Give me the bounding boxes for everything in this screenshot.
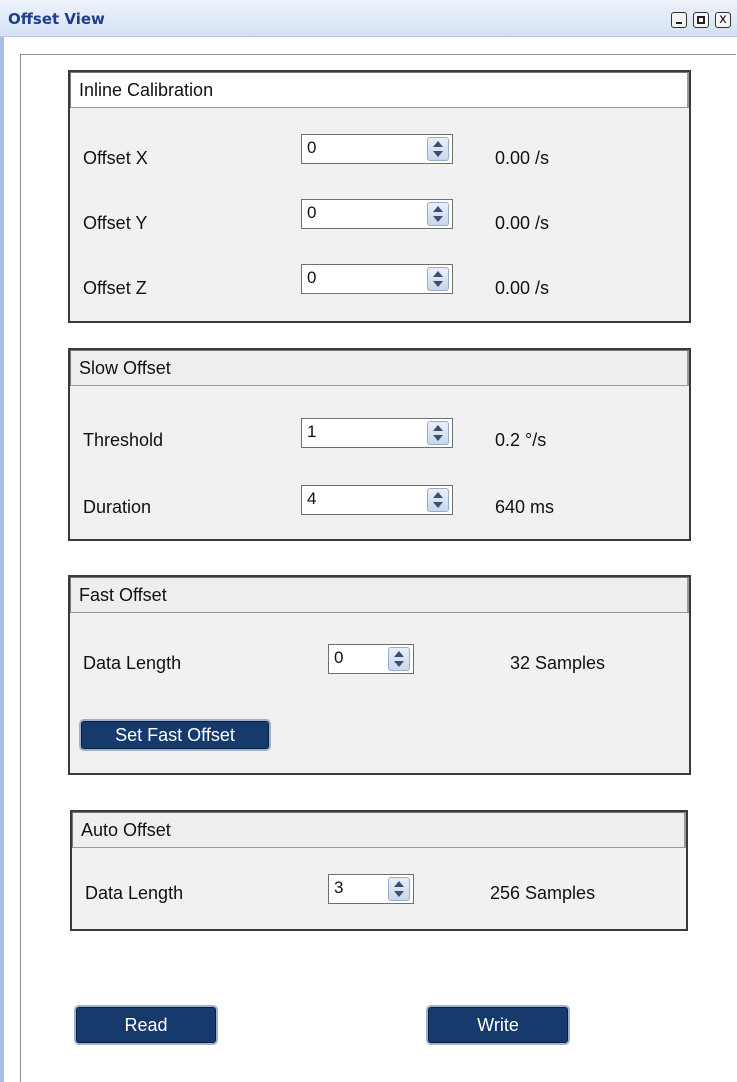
duration-spinbox[interactable]: 4 (301, 485, 453, 515)
minimize-icon[interactable] (671, 12, 687, 28)
spin-arrows-icon[interactable] (427, 137, 449, 161)
auto-offset-group: Auto Offset Data Length 3 256 Samples (70, 810, 688, 931)
offset-x-value: 0 (307, 138, 317, 157)
slow-offset-group: Slow Offset Threshold 1 0.2 °/s Duration… (68, 348, 691, 541)
inline-calibration-group: Inline Calibration Offset X 0 0.00 /s Of… (68, 70, 691, 323)
offset-z-value: 0 (307, 268, 317, 287)
offset-x-unit: 0.00 /s (495, 148, 550, 168)
offset-z-label: Offset Z (83, 278, 147, 298)
group-header: Fast Offset (70, 577, 689, 613)
duration-label: Duration (83, 497, 152, 517)
auto-data-length-value: 3 (334, 878, 344, 897)
read-button[interactable]: Read (76, 1007, 216, 1043)
group-header: Auto Offset (72, 812, 686, 848)
close-icon[interactable]: x (715, 12, 731, 28)
spin-arrows-icon[interactable] (427, 202, 449, 226)
maximize-icon[interactable] (693, 12, 709, 28)
fast-data-length-value: 0 (334, 648, 344, 667)
offset-x-spinbox[interactable]: 0 (301, 134, 453, 164)
offset-y-value: 0 (307, 203, 317, 222)
duration-unit: 640 ms (495, 497, 555, 517)
offset-y-spinbox[interactable]: 0 (301, 199, 453, 229)
spin-arrows-icon[interactable] (427, 488, 449, 512)
duration-value: 4 (307, 489, 317, 508)
threshold-spinbox[interactable]: 1 (301, 418, 453, 448)
window-left-border (0, 37, 4, 1082)
offset-x-label: Offset X (83, 148, 148, 168)
offset-y-label: Offset Y (83, 213, 148, 233)
offset-z-unit: 0.00 /s (495, 278, 550, 298)
threshold-value: 1 (307, 422, 317, 441)
spin-arrows-icon[interactable] (427, 421, 449, 445)
group-header: Slow Offset (70, 350, 689, 386)
fast-data-length-label: Data Length (83, 653, 182, 673)
auto-data-length-spinbox[interactable]: 3 (328, 874, 414, 904)
fast-offset-group: Fast Offset Data Length 0 32 Samples Set… (68, 575, 691, 775)
set-fast-offset-button[interactable]: Set Fast Offset (81, 721, 269, 749)
group-header: Inline Calibration (70, 72, 689, 108)
spin-arrows-icon[interactable] (427, 267, 449, 291)
spin-arrows-icon[interactable] (388, 647, 410, 671)
threshold-label: Threshold (83, 430, 164, 450)
spin-arrows-icon[interactable] (388, 877, 410, 901)
threshold-unit: 0.2 °/s (495, 430, 547, 450)
fast-data-length-spinbox[interactable]: 0 (328, 644, 414, 674)
window-title: Offset View (8, 10, 105, 28)
write-button[interactable]: Write (428, 1007, 568, 1043)
fast-data-length-unit: 32 Samples (510, 653, 606, 673)
offset-z-spinbox[interactable]: 0 (301, 264, 453, 294)
title-bar[interactable]: Offset View x (0, 0, 737, 37)
offset-y-unit: 0.00 /s (495, 213, 550, 233)
auto-data-length-label: Data Length (85, 883, 184, 903)
auto-data-length-unit: 256 Samples (490, 883, 596, 903)
